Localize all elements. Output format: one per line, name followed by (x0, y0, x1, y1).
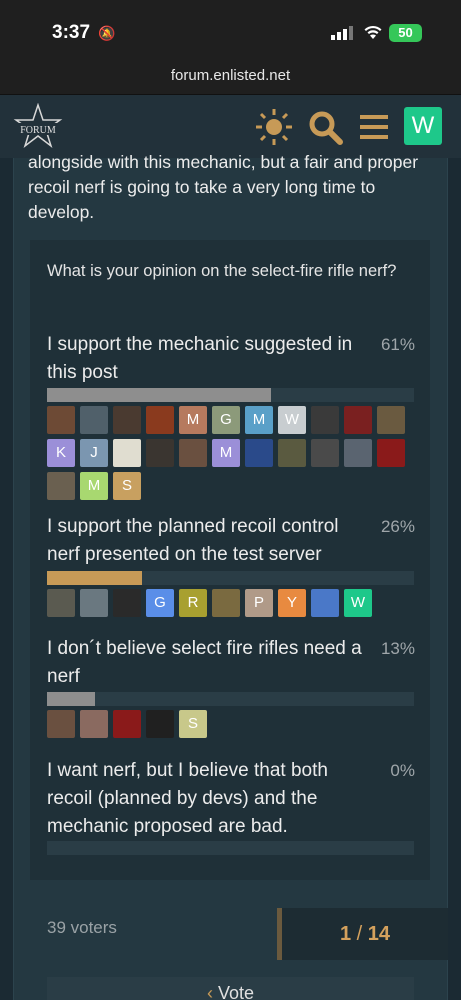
poll-option-bar (47, 388, 414, 402)
voter-avatar[interactable] (80, 710, 108, 738)
user-avatar[interactable]: W (404, 107, 442, 145)
voter-avatar[interactable]: M (212, 439, 240, 467)
url-bar[interactable]: forum.enlisted.net (0, 64, 461, 94)
voter-avatar[interactable] (212, 589, 240, 617)
voter-avatar[interactable] (311, 589, 339, 617)
bell-slash-icon: 🔕 (98, 25, 116, 41)
voter-avatar[interactable] (113, 710, 141, 738)
battery-indicator: 50 (389, 24, 422, 42)
poll-option-bar (47, 571, 414, 585)
poll-option-label[interactable]: I want nerf, but I believe that both rec… (47, 757, 367, 841)
poll-option-percent: 0% (390, 761, 415, 780)
signal-icon (331, 26, 353, 40)
poll-option-voters: MGMWKJMMS (47, 406, 427, 500)
voter-avatar[interactable] (344, 439, 372, 467)
url-text: forum.enlisted.net (170, 67, 291, 84)
voter-avatar[interactable] (278, 439, 306, 467)
voter-avatar[interactable] (311, 439, 339, 467)
site-header: FORUM W (0, 94, 461, 158)
voters-count: 39 voters (47, 918, 117, 937)
voter-avatar[interactable] (80, 589, 108, 617)
voter-avatar[interactable] (344, 406, 372, 434)
voter-avatar[interactable] (146, 439, 174, 467)
voter-avatar[interactable]: W (344, 589, 372, 617)
voter-avatar[interactable]: M (80, 472, 108, 500)
voter-avatar[interactable] (311, 406, 339, 434)
poll-option-percent: 61% (380, 335, 415, 354)
pager-current: 1 (339, 923, 352, 945)
voter-avatar[interactable] (47, 710, 75, 738)
voter-avatar[interactable] (146, 406, 174, 434)
poll-option-bar-fill (47, 571, 143, 585)
pager-text: 1 / 14 (282, 908, 448, 960)
voter-avatar[interactable]: M (179, 406, 207, 434)
voter-avatar[interactable] (80, 406, 108, 434)
voter-avatar[interactable]: S (179, 710, 207, 738)
voter-avatar[interactable] (113, 439, 141, 467)
poll-option-bar-fill (47, 692, 95, 706)
poll-option-percent: 13% (380, 639, 415, 658)
poll-option-bar (47, 841, 414, 855)
forum-logo[interactable]: FORUM (10, 103, 66, 151)
vote-button[interactable]: ‹ Vote (47, 977, 414, 1000)
vote-label: Vote (217, 983, 255, 1000)
voter-avatar[interactable]: K (47, 439, 75, 467)
logo-text: FORUM (20, 125, 56, 136)
menu-icon[interactable] (354, 107, 394, 147)
voter-avatar[interactable] (146, 710, 174, 738)
voter-avatar[interactable] (377, 406, 405, 434)
voter-avatar[interactable]: R (179, 589, 207, 617)
voter-avatar[interactable]: M (245, 406, 273, 434)
pager-total: 14 (367, 923, 391, 945)
poll-pager[interactable]: 1 / 14 (277, 908, 448, 960)
voter-avatar[interactable] (377, 439, 405, 467)
search-icon[interactable] (305, 107, 345, 147)
voter-avatar[interactable] (179, 439, 207, 467)
voter-avatar[interactable]: G (212, 406, 240, 434)
voter-avatar[interactable]: Y (278, 589, 306, 617)
poll-option-voters: S (47, 710, 427, 738)
voter-avatar[interactable] (245, 439, 273, 467)
wifi-icon (364, 25, 382, 39)
poll-option-label[interactable]: I support the planned recoil control ner… (47, 513, 367, 569)
voter-avatar[interactable]: P (245, 589, 273, 617)
voter-avatar[interactable] (113, 589, 141, 617)
voter-avatar[interactable]: G (146, 589, 174, 617)
poll-option-bar (47, 692, 414, 706)
status-time: 3:37 (52, 22, 91, 43)
poll-option-label[interactable]: I support the mechanic suggested in this… (47, 331, 367, 387)
voter-avatar[interactable]: S (113, 472, 141, 500)
poll-option-bar-fill (47, 388, 271, 402)
pager-separator: / (356, 923, 363, 945)
poll-option-percent: 26% (380, 517, 415, 536)
voter-avatar[interactable] (47, 472, 75, 500)
voter-avatar[interactable] (113, 406, 141, 434)
chevron-left-icon: ‹ (206, 983, 218, 1000)
status-bar: 3:37 🔕 50 (0, 0, 461, 64)
voter-avatar[interactable]: J (80, 439, 108, 467)
voter-avatar[interactable] (47, 589, 75, 617)
theme-sun-icon[interactable] (254, 107, 294, 147)
poll-option-voters: GR PY W (47, 589, 427, 617)
battery-level: 50 (398, 25, 413, 40)
poll-option-label[interactable]: I don´t believe select fire rifles need … (47, 635, 367, 691)
voter-avatar[interactable] (47, 406, 75, 434)
post-body-text: alongside with this mechanic, but a fair… (28, 152, 419, 222)
voter-avatar[interactable]: W (278, 406, 306, 434)
poll-question: What is your opinion on the select-fire … (47, 262, 397, 280)
